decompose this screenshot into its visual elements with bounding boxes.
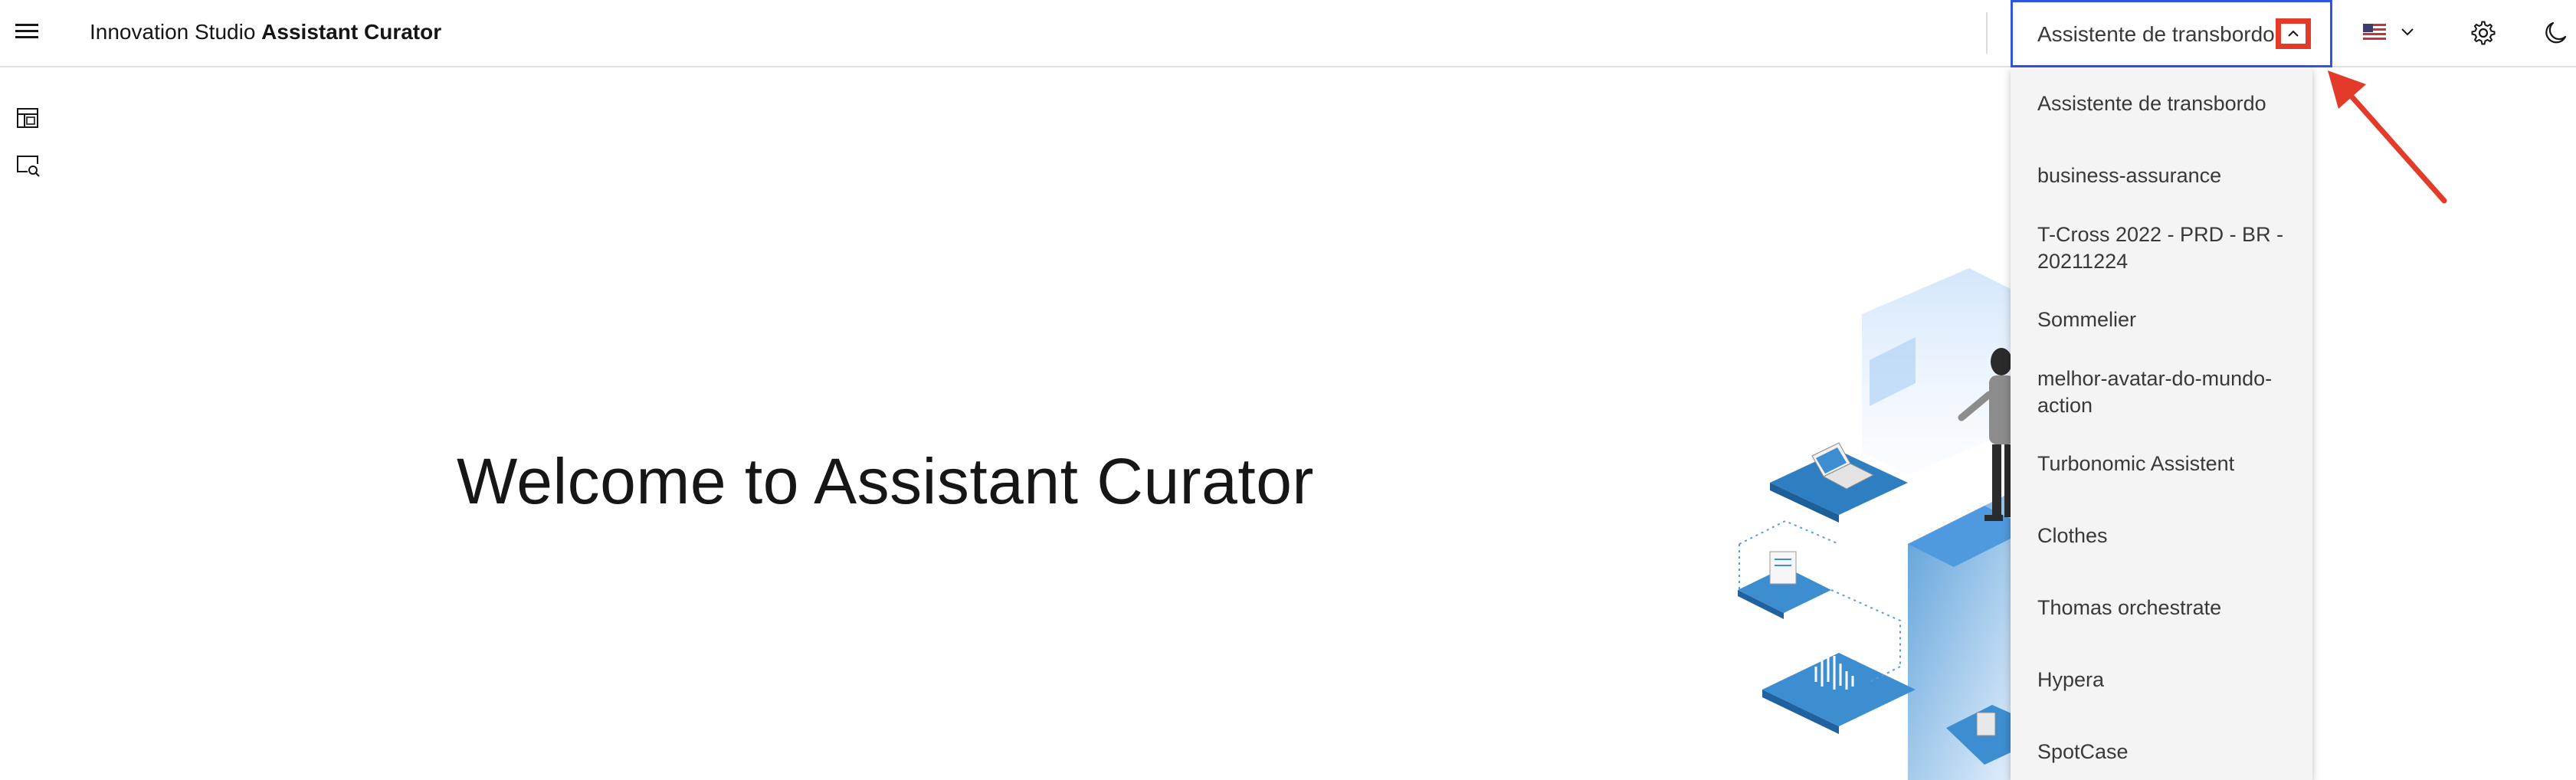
brand-name: Assistant Curator xyxy=(261,20,442,44)
chevron-up-icon[interactable] xyxy=(2276,18,2311,49)
dropdown-item[interactable]: melhor-avatar-do-mundo-action xyxy=(2011,365,2312,419)
dropdown-item[interactable]: Sommelier xyxy=(2011,306,2312,333)
welcome-heading: Welcome to Assistant Curator xyxy=(457,445,1314,517)
brand-prefix: Innovation Studio xyxy=(90,20,256,44)
calendar-table-icon[interactable] xyxy=(15,106,40,130)
assistant-dropdown-menu: Assistente de transbordo business-assura… xyxy=(2011,67,2312,780)
app-title: Innovation Studio Assistant Curator xyxy=(90,18,441,46)
assistant-selector-value: Assistente de transbordo xyxy=(2037,22,2275,46)
dropdown-item[interactable]: Turbonomic Assistent xyxy=(2011,451,2312,477)
moon-icon[interactable] xyxy=(2542,20,2568,46)
header-divider xyxy=(1986,12,1988,54)
dropdown-item[interactable]: Assistente de transbordo xyxy=(2011,90,2312,117)
search-screen-icon[interactable] xyxy=(15,153,41,179)
welcome-illustration xyxy=(1738,268,2030,780)
dropdown-item[interactable]: SpotCase xyxy=(2011,739,2312,765)
dropdown-item[interactable]: Clothes xyxy=(2011,523,2312,549)
annotation-arrow-icon xyxy=(2328,70,2447,204)
settings-icon[interactable] xyxy=(2470,20,2496,46)
dropdown-item[interactable]: business-assurance xyxy=(2011,162,2312,189)
menu-icon[interactable] xyxy=(15,20,38,46)
top-header: Innovation Studio Assistant Curator Assi… xyxy=(0,0,2576,67)
dropdown-item[interactable]: T-Cross 2022 - PRD - BR - 20211224 xyxy=(2011,221,2312,275)
chevron-down-icon[interactable] xyxy=(2399,23,2416,40)
us-flag-icon[interactable] xyxy=(2363,24,2386,40)
assistant-selector[interactable]: Assistente de transbordo xyxy=(2011,0,2332,67)
dropdown-item[interactable]: Hypera xyxy=(2011,667,2312,693)
dropdown-item[interactable]: Thomas orchestrate xyxy=(2011,595,2312,621)
